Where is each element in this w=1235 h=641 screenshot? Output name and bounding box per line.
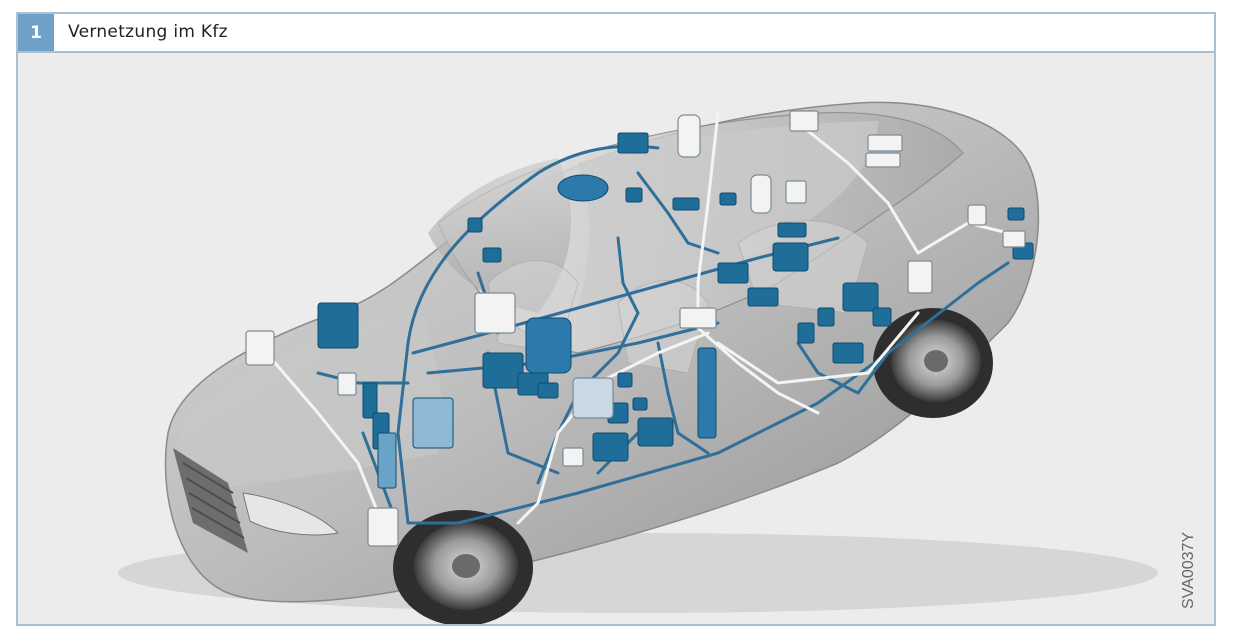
image-code-text: SVA0037Y: [1180, 531, 1197, 609]
figure-frame: 1 Vernetzung im Kfz SVA0037Y: [16, 12, 1216, 626]
image-code: SVA0037Y: [1176, 494, 1206, 614]
figure-number: 1: [18, 14, 54, 51]
figure-header: 1 Vernetzung im Kfz: [18, 14, 1214, 53]
figure-title: Vernetzung im Kfz: [68, 22, 228, 42]
front-wheel: [393, 510, 533, 624]
car-network-illustration: [118, 101, 1158, 624]
